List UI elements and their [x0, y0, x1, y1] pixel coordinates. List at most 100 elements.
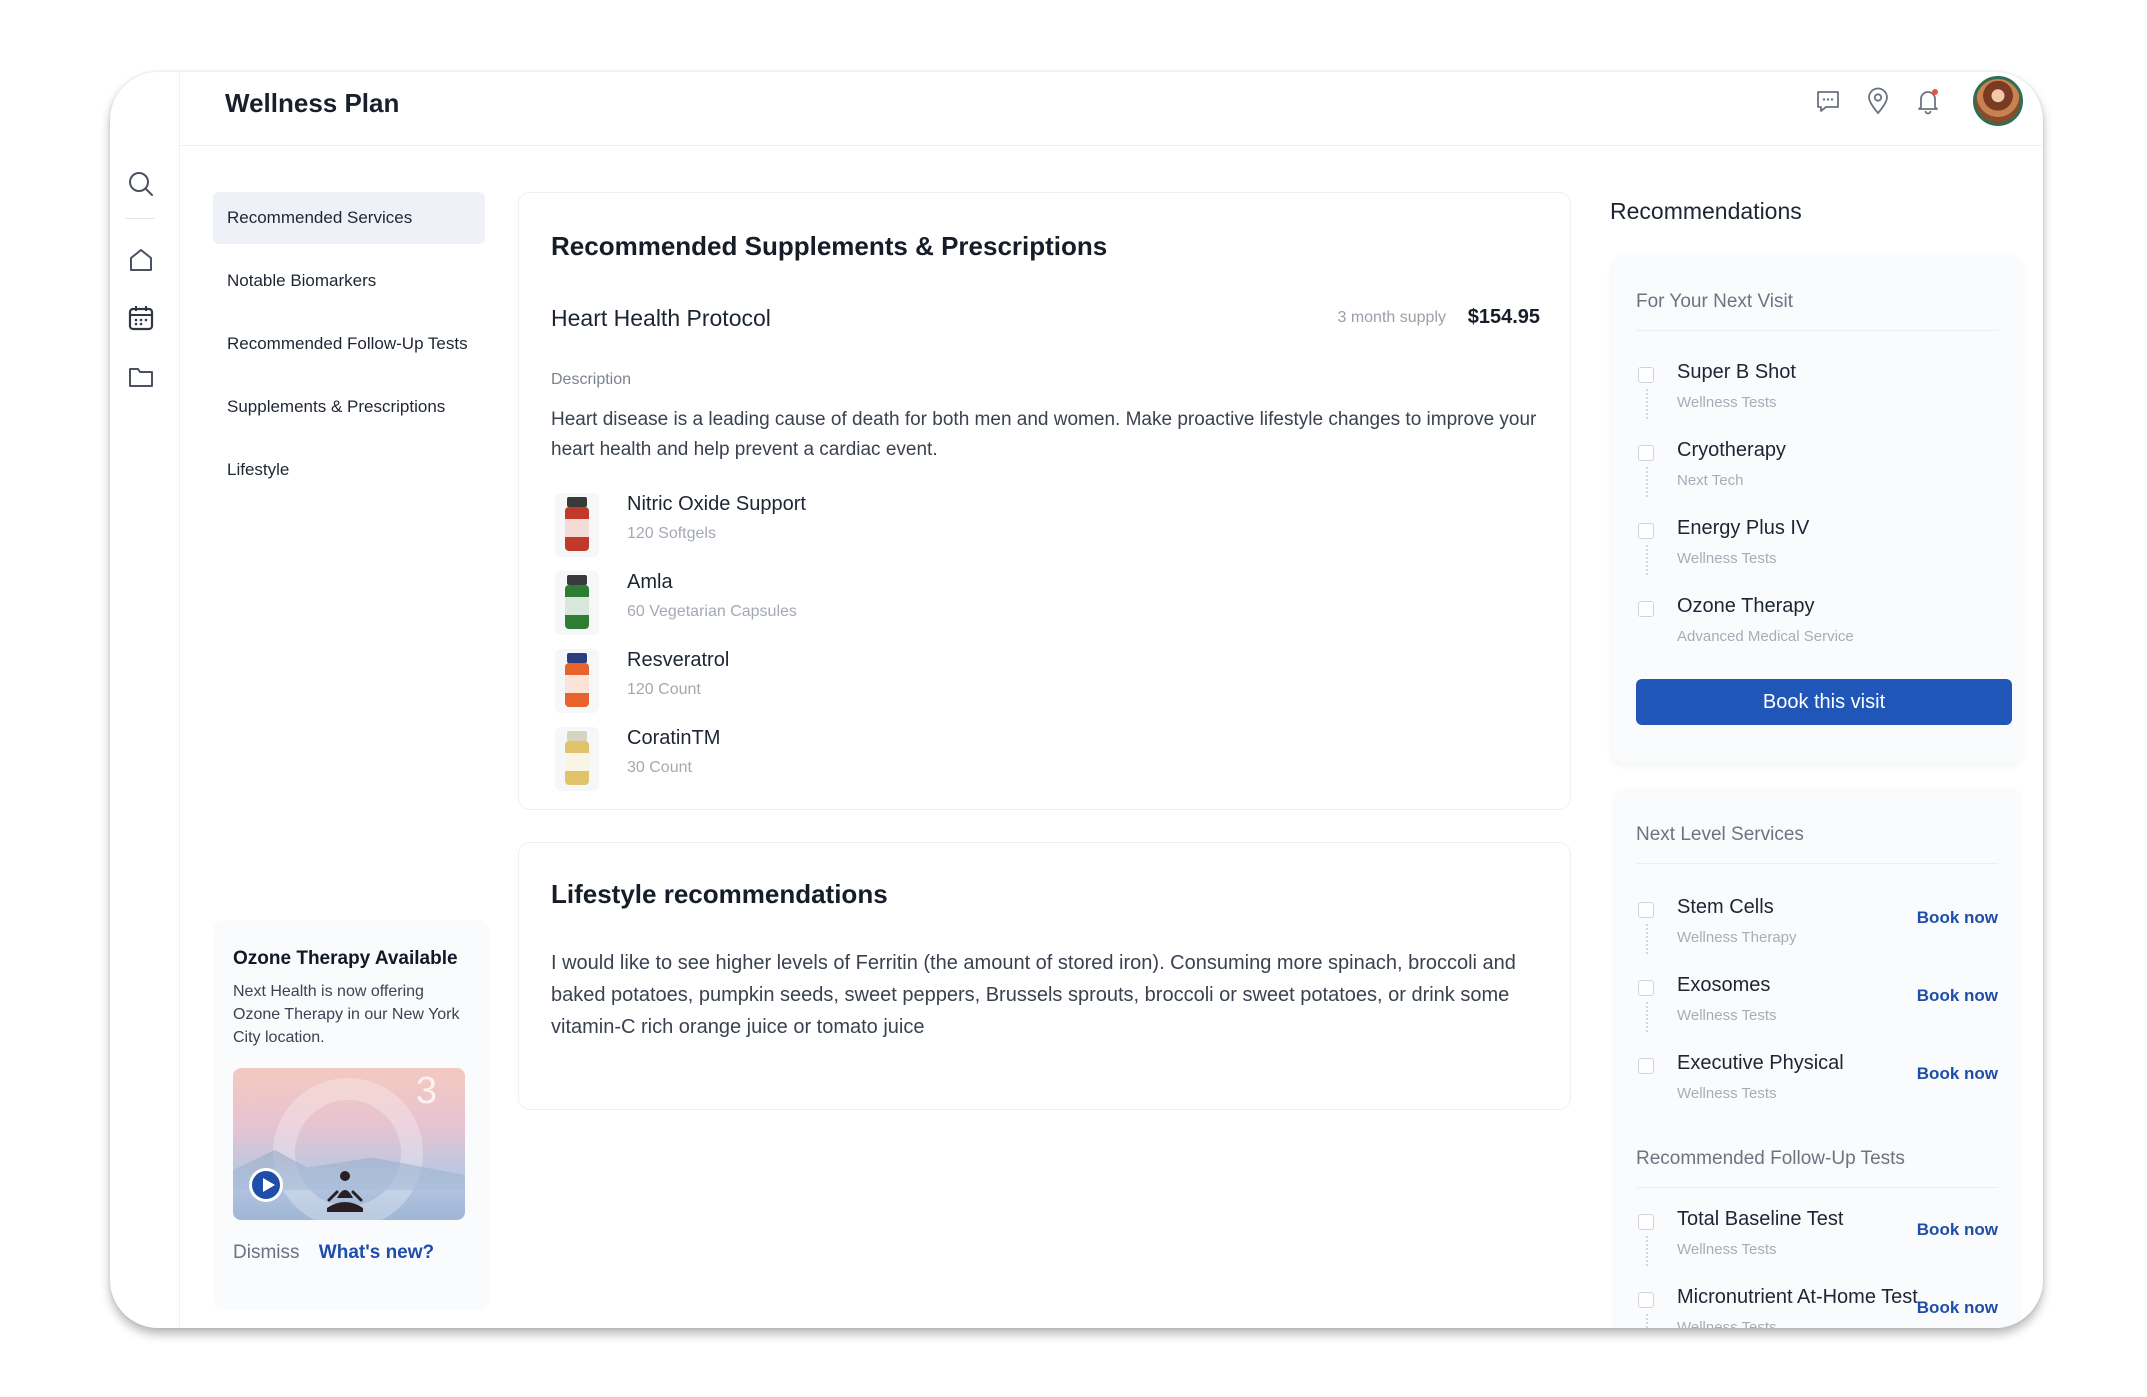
lifestyle-card: Lifestyle recommendations I would like t… — [518, 842, 1571, 1110]
supplement-bottle-icon — [555, 493, 599, 557]
location-pin-icon[interactable] — [1863, 86, 1893, 116]
services-card: Next Level Services Stem Cells Wellness … — [1612, 788, 2022, 1328]
supplement-bottle-icon — [555, 649, 599, 713]
follow-up-item-name: Total Baseline Test — [1677, 1208, 1844, 1230]
protocol-price: $154.95 — [1467, 306, 1540, 328]
supplement-bottle-icon — [555, 571, 599, 635]
timeline-connector — [1646, 1314, 1648, 1328]
nav-item-lifestyle[interactable]: Lifestyle — [213, 444, 485, 496]
follow-up-item-name: Micronutrient At-Home Test — [1677, 1286, 1918, 1308]
service-item-checkbox[interactable] — [1638, 980, 1654, 996]
page-title: Wellness Plan — [225, 88, 400, 118]
whats-new-link[interactable]: What's new? — [319, 1242, 434, 1263]
visit-item-name: Energy Plus IV — [1677, 517, 1810, 539]
visit-item-category: Wellness Tests — [1677, 394, 1777, 411]
product-quantity: 120 Softgels — [627, 525, 716, 542]
service-item[interactable]: Executive Physical Wellness Tests Book n… — [1636, 1052, 1998, 1130]
follow-up-item-category: Wellness Tests — [1677, 1241, 1777, 1258]
next-level-title: Next Level Services — [1636, 824, 1804, 845]
promo-title: Ozone Therapy Available — [233, 948, 458, 969]
dismiss-link[interactable]: Dismiss — [233, 1242, 300, 1263]
service-item-name: Executive Physical — [1677, 1052, 1844, 1074]
service-item[interactable]: Stem Cells Wellness Therapy Book now — [1636, 896, 1998, 974]
visit-item-checkbox[interactable] — [1638, 523, 1654, 539]
promo-actions: Dismiss What's new? — [233, 1242, 434, 1264]
lifestyle-text: I would like to see higher levels of Fer… — [551, 952, 1516, 1038]
lifestyle-title: Lifestyle recommendations — [551, 879, 888, 909]
supplements-title: Recommended Supplements & Prescriptions — [551, 231, 1108, 261]
follow-up-item-category: Wellness Tests — [1677, 1319, 1777, 1328]
user-avatar[interactable] — [1973, 76, 2023, 126]
chat-icon[interactable] — [1813, 86, 1843, 116]
service-item[interactable]: Exosomes Wellness Tests Book now — [1636, 974, 1998, 1052]
product-name: Nitric Oxide Support — [627, 493, 806, 515]
visit-item[interactable]: Ozone Therapy Advanced Medical Service — [1636, 595, 1998, 673]
promo-video-thumbnail[interactable]: 3 — [233, 1068, 465, 1220]
follow-up-item[interactable]: Total Baseline Test Wellness Tests Book … — [1636, 1208, 1998, 1286]
follow-up-item-checkbox[interactable] — [1638, 1214, 1654, 1230]
visit-item-checkbox[interactable] — [1638, 601, 1654, 617]
meditation-figure-icon — [327, 1171, 363, 1212]
search-icon[interactable] — [126, 169, 156, 199]
product-list: Nitric Oxide Support 120 Softgels Amla 6… — [549, 491, 1149, 803]
section-divider — [1636, 863, 1998, 864]
visit-item-checkbox[interactable] — [1638, 367, 1654, 383]
book-now-link[interactable]: Book now — [1917, 986, 1998, 1006]
service-item-name: Stem Cells — [1677, 896, 1774, 918]
follow-up-item[interactable]: Micronutrient At-Home Test Wellness Test… — [1636, 1286, 1998, 1328]
service-item-category: Wellness Therapy — [1677, 929, 1797, 946]
bell-icon[interactable] — [1913, 86, 1943, 116]
product-item[interactable]: Resveratrol 120 Count — [549, 647, 1149, 725]
book-now-link[interactable]: Book now — [1917, 1298, 1998, 1318]
video-number: 3 — [415, 1070, 437, 1112]
book-now-link[interactable]: Book now — [1917, 1064, 1998, 1084]
promo-card: Ozone Therapy Available Next Health is n… — [213, 920, 489, 1310]
section-divider — [1636, 330, 1998, 331]
next-visit-title: For Your Next Visit — [1636, 291, 1794, 312]
follow-up-item-checkbox[interactable] — [1638, 1292, 1654, 1308]
product-item[interactable]: CoratinTM 30 Count — [549, 725, 1149, 803]
service-item-checkbox[interactable] — [1638, 902, 1654, 918]
calendar-icon[interactable] — [126, 303, 156, 333]
visit-item-category: Wellness Tests — [1677, 550, 1777, 567]
service-item-name: Exosomes — [1677, 974, 1771, 996]
product-quantity: 30 Count — [627, 759, 692, 776]
product-name: Amla — [627, 571, 673, 593]
rail-divider — [125, 218, 155, 219]
next-visit-card: For Your Next Visit Super B Shot Wellnes… — [1612, 255, 2022, 763]
timeline-connector — [1646, 1002, 1648, 1032]
product-quantity: 120 Count — [627, 681, 701, 698]
product-item[interactable]: Nitric Oxide Support 120 Softgels — [549, 491, 1149, 569]
book-this-visit-button[interactable]: Book this visit — [1636, 679, 2012, 725]
description-text: Heart disease is a leading cause of deat… — [551, 409, 1537, 460]
visit-item-checkbox[interactable] — [1638, 445, 1654, 461]
nav-item-supplements[interactable]: Supplements & Prescriptions — [213, 381, 485, 433]
visit-item[interactable]: Cryotherapy Next Tech — [1636, 439, 1998, 517]
visit-item[interactable]: Super B Shot Wellness Tests — [1636, 361, 1998, 439]
visit-item[interactable]: Energy Plus IV Wellness Tests — [1636, 517, 1998, 595]
product-name: CoratinTM — [627, 727, 721, 749]
supplements-card: Recommended Supplements & Prescriptions … — [518, 192, 1571, 810]
nav-item-recommended-services[interactable]: Recommended Services — [213, 192, 485, 244]
timeline-connector — [1646, 1236, 1648, 1266]
description-label: Description — [551, 371, 632, 388]
visit-item-name: Cryotherapy — [1677, 439, 1786, 461]
visit-item-category: Advanced Medical Service — [1677, 628, 1854, 645]
product-item[interactable]: Amla 60 Vegetarian Capsules — [549, 569, 1149, 647]
home-icon[interactable] — [126, 245, 156, 275]
folder-icon[interactable] — [126, 361, 156, 391]
play-button[interactable] — [249, 1168, 283, 1202]
service-item-checkbox[interactable] — [1638, 1058, 1654, 1074]
protocol-name: Heart Health Protocol — [551, 305, 771, 331]
recommendations-title: Recommendations — [1610, 198, 1802, 224]
section-nav: Recommended Services Notable Biomarkers … — [213, 192, 485, 507]
service-item-category: Wellness Tests — [1677, 1007, 1777, 1024]
visit-item-name: Super B Shot — [1677, 361, 1796, 383]
book-now-link[interactable]: Book now — [1917, 1220, 1998, 1240]
book-now-link[interactable]: Book now — [1917, 908, 1998, 928]
timeline-connector — [1646, 545, 1648, 575]
timeline-connector — [1646, 467, 1648, 497]
icon-rail — [110, 72, 180, 1328]
nav-item-follow-up-tests[interactable]: Recommended Follow-Up Tests — [213, 318, 485, 370]
nav-item-notable-biomarkers[interactable]: Notable Biomarkers — [213, 255, 485, 307]
